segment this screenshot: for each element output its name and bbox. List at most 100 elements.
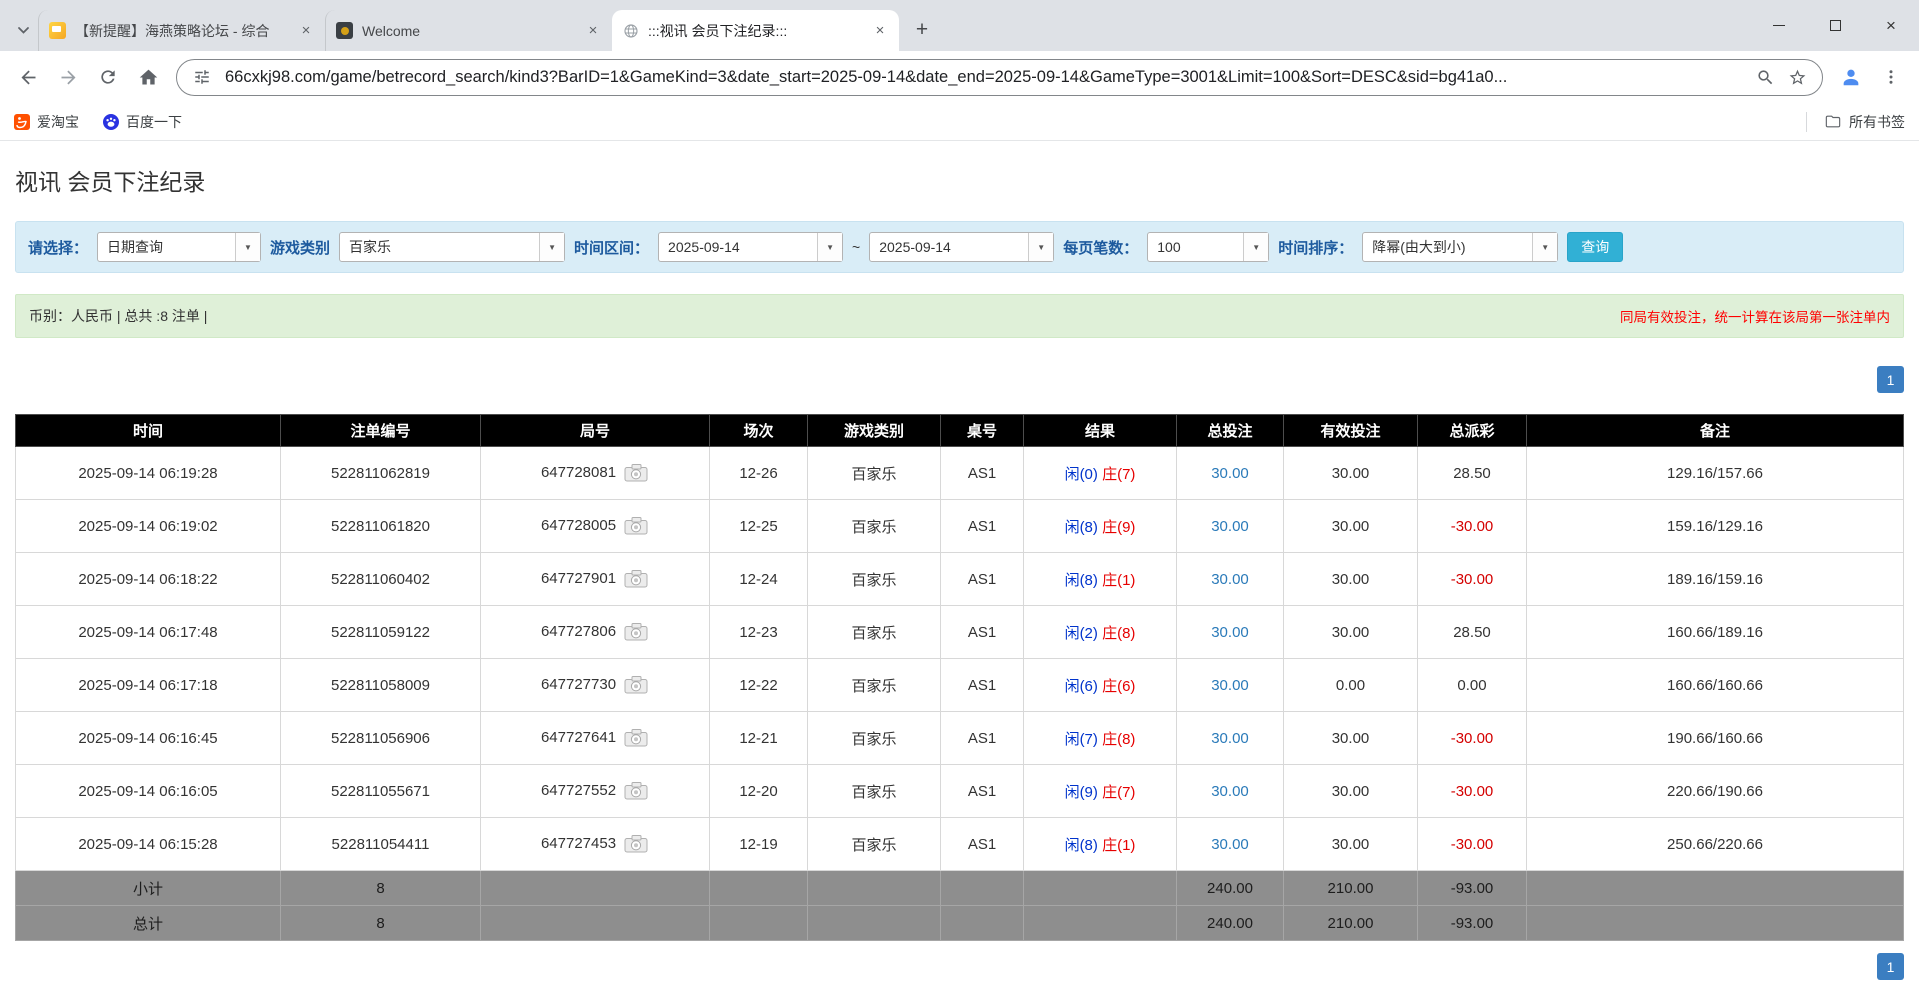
page-number-button[interactable]: 1: [1877, 953, 1904, 980]
welcome-favicon-icon: [336, 22, 353, 39]
cell-valid-bet: 30.00: [1284, 447, 1418, 500]
taobao-icon: [14, 114, 30, 130]
cell-payout: -30.00: [1418, 712, 1527, 765]
cell-valid-bet: 30.00: [1284, 606, 1418, 659]
cell-total-bet: 30.00: [1177, 447, 1284, 500]
cell-table-number: AS1: [941, 500, 1024, 553]
globe-favicon-icon: [622, 22, 639, 39]
cell-session: 12-25: [710, 500, 808, 553]
new-tab-button[interactable]: +: [907, 15, 937, 45]
total-bet-link[interactable]: 30.00: [1211, 783, 1249, 800]
cell-session: 12-20: [710, 765, 808, 818]
cell-session: 12-19: [710, 818, 808, 871]
video-replay-icon[interactable]: [624, 569, 649, 589]
total-bet-link[interactable]: 30.00: [1211, 730, 1249, 747]
cell-total-bet: 30.00: [1177, 500, 1284, 553]
grand-total-payout: -93.00: [1418, 906, 1527, 941]
date-end-select[interactable]: 2025-09-14 ▼: [869, 232, 1054, 262]
chevron-down-icon: ▼: [1028, 233, 1053, 261]
select-label: 请选择：: [28, 237, 88, 258]
chevron-down-icon: ▼: [1532, 233, 1557, 261]
all-bookmarks-button[interactable]: 所有书签: [1806, 112, 1905, 132]
video-replay-icon[interactable]: [624, 675, 649, 695]
chevron-down-icon: ▼: [539, 233, 564, 261]
tab-close-icon[interactable]: ×: [584, 22, 602, 40]
browser-menu-icon[interactable]: [1873, 59, 1909, 95]
total-bet-link[interactable]: 30.00: [1211, 571, 1249, 588]
cell-total-bet: 30.00: [1177, 659, 1284, 712]
video-replay-icon[interactable]: [624, 781, 649, 801]
back-button[interactable]: [10, 59, 46, 95]
cell-session: 12-21: [710, 712, 808, 765]
cell-result: 闲(0) 庄(7): [1024, 447, 1177, 500]
tab-search-chevron-icon[interactable]: [8, 11, 38, 49]
query-type-select[interactable]: 日期查询 ▼: [97, 232, 261, 262]
folder-icon: [1825, 114, 1841, 130]
table-header-row: 时间注单编号局号场次游戏类别桌号结果总投注有效投注总派彩备注: [16, 415, 1904, 447]
grand-total-row: 总计 8 240.00 210.00 -93.00: [16, 906, 1904, 941]
bookmark-star-icon[interactable]: [1784, 64, 1810, 90]
cell-valid-bet: 30.00: [1284, 500, 1418, 553]
page-size-select[interactable]: 100 ▼: [1147, 232, 1269, 262]
browser-tab-welcome[interactable]: Welcome ×: [325, 10, 612, 51]
profile-avatar-icon[interactable]: [1833, 59, 1869, 95]
site-settings-tune-icon[interactable]: [189, 64, 215, 90]
video-replay-icon[interactable]: [624, 463, 649, 483]
column-header: 有效投注: [1284, 415, 1418, 447]
search-button[interactable]: 查询: [1567, 232, 1623, 262]
refresh-button[interactable]: [90, 59, 126, 95]
cell-game-type: 百家乐: [808, 447, 941, 500]
forward-button[interactable]: [50, 59, 86, 95]
browser-tab-bet-record[interactable]: :::视讯 会员下注纪录::: ×: [612, 10, 899, 51]
empty-cell: [1527, 871, 1904, 906]
close-button[interactable]: ×: [1863, 0, 1919, 51]
bookmark-baidu[interactable]: 百度一下: [103, 112, 182, 132]
cell-result: 闲(6) 庄(6): [1024, 659, 1177, 712]
home-button[interactable]: [130, 59, 166, 95]
game-type-select[interactable]: 百家乐 ▼: [339, 232, 565, 262]
bookmark-aitaobao[interactable]: 爱淘宝: [14, 112, 79, 132]
total-bet-link[interactable]: 30.00: [1211, 624, 1249, 641]
tab-close-icon[interactable]: ×: [297, 22, 315, 40]
total-bet-link[interactable]: 30.00: [1211, 518, 1249, 535]
video-replay-icon[interactable]: [624, 516, 649, 536]
divider: [1806, 112, 1807, 132]
cell-result: 闲(8) 庄(1): [1024, 553, 1177, 606]
bet-record-row: 2025-09-14 06:17:48522811059122647727806…: [16, 606, 1904, 659]
cell-note: 220.66/190.66: [1527, 765, 1904, 818]
cell-note: 160.66/160.66: [1527, 659, 1904, 712]
total-bet-link[interactable]: 30.00: [1211, 465, 1249, 482]
subtotal-total-bet: 240.00: [1177, 871, 1284, 906]
cell-session: 12-23: [710, 606, 808, 659]
column-header: 总派彩: [1418, 415, 1527, 447]
sort-order-value: 降幂(由大到小): [1363, 233, 1532, 261]
video-replay-icon[interactable]: [624, 834, 649, 854]
bet-records-table: 时间注单编号局号场次游戏类别桌号结果总投注有效投注总派彩备注 2025-09-1…: [15, 414, 1904, 941]
total-bet-link[interactable]: 30.00: [1211, 836, 1249, 853]
total-bet-link[interactable]: 30.00: [1211, 677, 1249, 694]
page-number-button[interactable]: 1: [1877, 366, 1904, 393]
chevron-down-icon: ▼: [235, 233, 260, 261]
forum-favicon-icon: [49, 22, 66, 39]
sort-order-select[interactable]: 降幂(由大到小) ▼: [1362, 232, 1558, 262]
page-title: 视讯 会员下注纪录: [15, 167, 1904, 197]
zoom-indicator-icon[interactable]: [1752, 64, 1778, 90]
address-bar[interactable]: 66cxkj98.com/game/betrecord_search/kind3…: [176, 59, 1823, 96]
column-header: 场次: [710, 415, 808, 447]
cell-total-bet: 30.00: [1177, 553, 1284, 606]
cell-valid-bet: 30.00: [1284, 712, 1418, 765]
tab-close-icon[interactable]: ×: [871, 22, 889, 40]
cell-total-bet: 30.00: [1177, 765, 1284, 818]
cell-table-number: AS1: [941, 765, 1024, 818]
date-start-select[interactable]: 2025-09-14 ▼: [658, 232, 843, 262]
video-replay-icon[interactable]: [624, 622, 649, 642]
minimize-button[interactable]: [1751, 0, 1807, 51]
cell-bet-number: 522811054411: [281, 818, 481, 871]
video-replay-icon[interactable]: [624, 728, 649, 748]
browser-tab-forum[interactable]: 【新提醒】海燕策略论坛 - 综合 ×: [38, 10, 325, 51]
cell-table-number: AS1: [941, 553, 1024, 606]
sort-label: 时间排序：: [1278, 237, 1353, 258]
maximize-button[interactable]: [1807, 0, 1863, 51]
browser-toolbar: 66cxkj98.com/game/betrecord_search/kind3…: [0, 51, 1919, 103]
column-header: 局号: [481, 415, 710, 447]
